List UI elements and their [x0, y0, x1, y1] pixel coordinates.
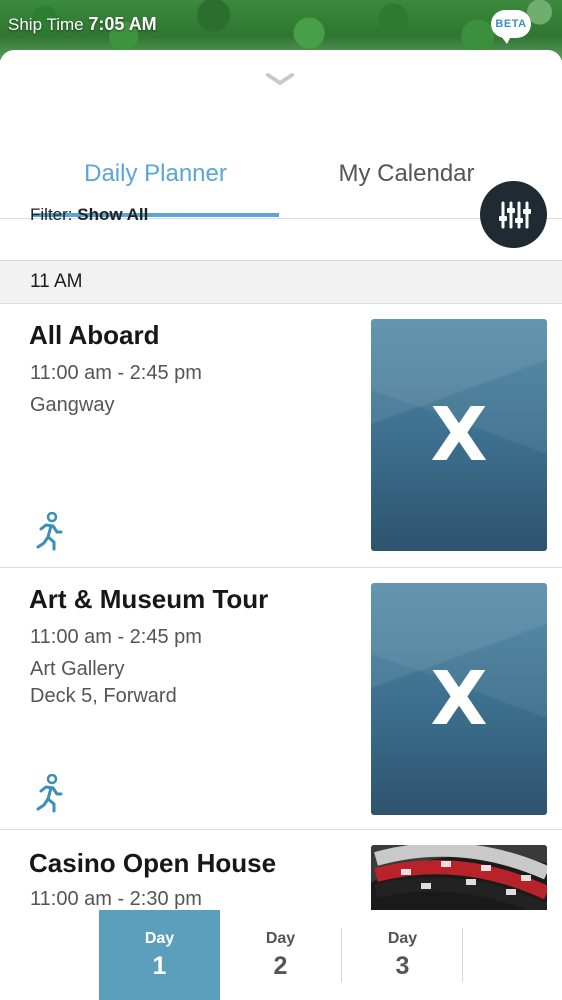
sliders-icon [498, 201, 531, 228]
event-title: All Aboard [29, 320, 160, 350]
day-selector: Day 1 Day 2 Day 3 [0, 910, 562, 1000]
day-number: 2 [273, 952, 288, 980]
event-time: 11:00 am - 2:45 pm [30, 626, 202, 648]
ship-time-value: 7:05 AM [88, 14, 157, 34]
time-section-header: 11 AM [0, 260, 562, 304]
day-label: Day [387, 930, 418, 947]
event-location-line1: Art Gallery [30, 658, 125, 680]
ship-time-label: Ship Time [8, 15, 84, 34]
event-location: Gangway [30, 392, 115, 419]
day-tab-1[interactable]: Day 1 [99, 910, 220, 1000]
event-location-line2: Deck 5, Forward [30, 685, 177, 707]
event-location-line1: Gangway [30, 394, 115, 416]
day-number: 1 [152, 952, 167, 980]
event-title: Casino Open House [29, 848, 277, 878]
time-section-label: 11 AM [30, 271, 83, 292]
filter-value: Show All [77, 205, 149, 224]
day-tab-3[interactable]: Day 3 [342, 910, 463, 1000]
event-location: Art Gallery Deck 5, Forward [30, 656, 177, 710]
walking-person-icon [33, 773, 65, 814]
event-card-casino-open-house[interactable]: Casino Open House 11:00 am - 2:30 pm [0, 830, 562, 915]
day-divider [462, 928, 463, 982]
filter-label: Filter: Show All [30, 205, 148, 225]
x-logo-icon: X [430, 392, 488, 478]
chevron-down-icon[interactable] [264, 70, 296, 88]
filter-button[interactable] [480, 181, 547, 248]
event-time: 11:00 am - 2:45 pm [30, 362, 202, 384]
walking-person-icon [33, 511, 65, 552]
event-thumbnail: X [371, 583, 547, 815]
event-thumbnail-roulette [371, 845, 547, 915]
event-card-all-aboard[interactable]: All Aboard 11:00 am - 2:45 pm Gangway X [0, 304, 562, 568]
filter-prefix: Filter: [30, 205, 73, 224]
day-label: Day [144, 930, 175, 947]
event-title: Art & Museum Tour [29, 584, 269, 614]
day-label: Day [265, 930, 296, 947]
beta-badge[interactable]: BETA [491, 10, 531, 44]
event-time: 11:00 am - 2:30 pm [30, 888, 202, 910]
day-tab-2[interactable]: Day 2 [220, 910, 341, 1000]
filter-row: Filter: Show All [0, 170, 562, 260]
day-number: 3 [395, 952, 410, 980]
ship-time: Ship Time 7:05 AM [8, 14, 157, 35]
x-logo-icon: X [430, 656, 488, 742]
event-thumbnail: X [371, 319, 547, 551]
event-card-art-museum-tour[interactable]: Art & Museum Tour 11:00 am - 2:45 pm Art… [0, 568, 562, 830]
